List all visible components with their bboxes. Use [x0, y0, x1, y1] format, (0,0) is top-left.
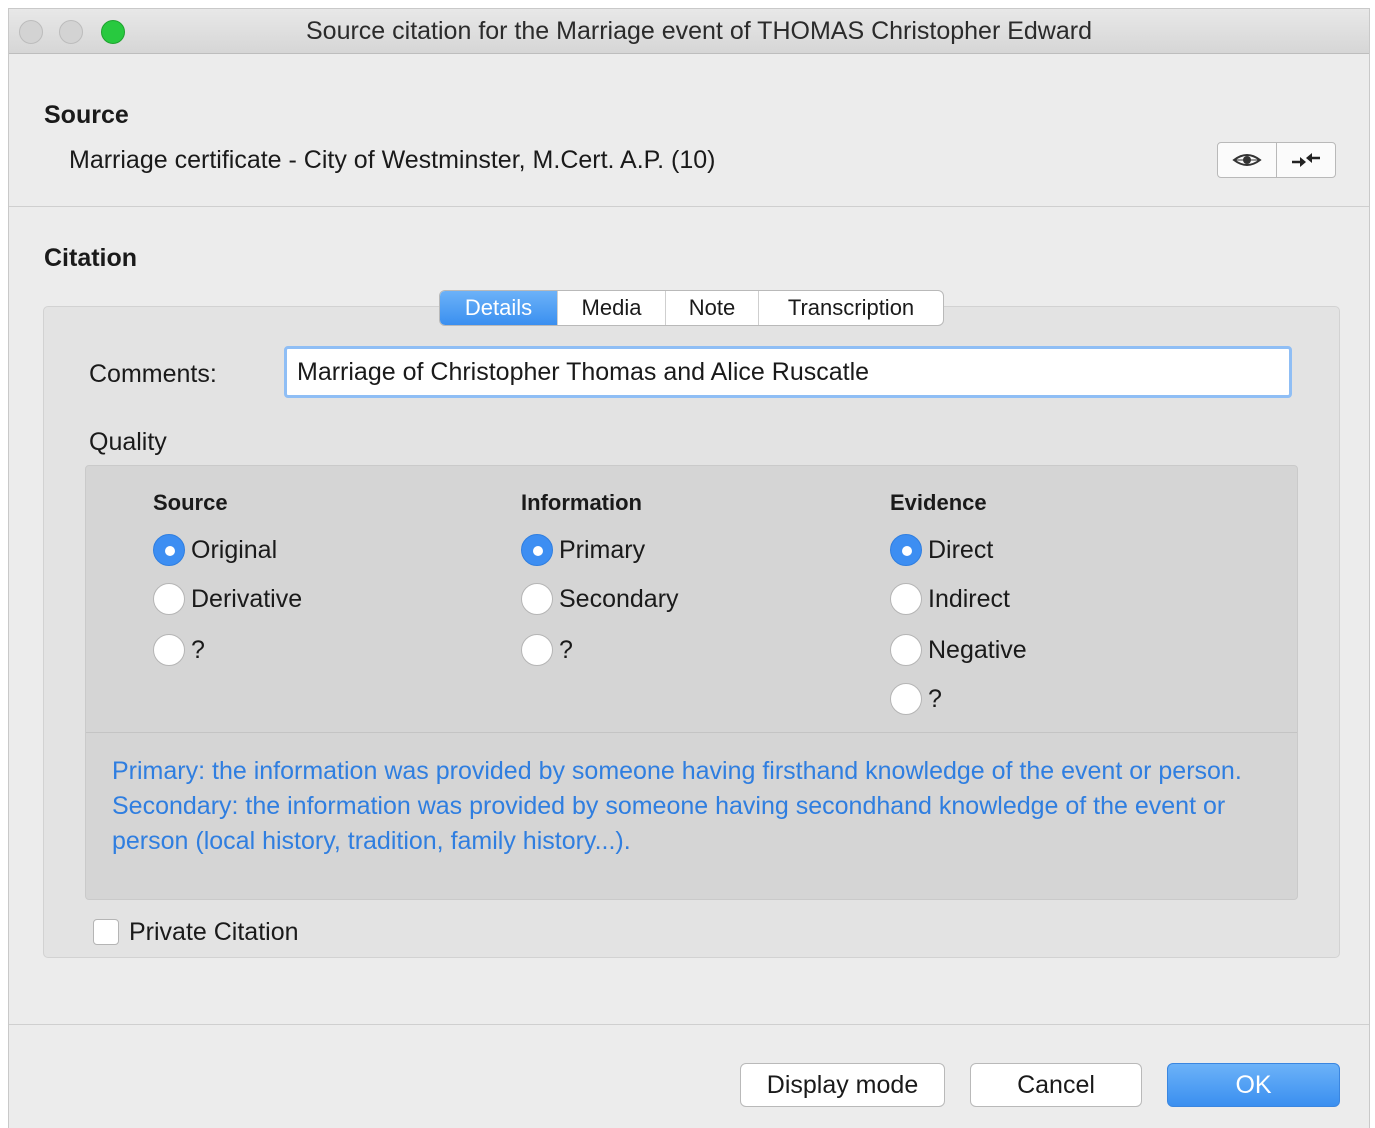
comments-input[interactable] — [284, 346, 1292, 398]
help-primary-text: Primary: the information was provided by… — [112, 757, 1242, 785]
radio-label: Original — [191, 535, 278, 564]
source-quality-heading: Source — [153, 490, 228, 515]
radio-label: ? — [559, 635, 573, 664]
quality-label: Quality — [89, 428, 167, 456]
tab-transcription[interactable]: Transcription — [758, 291, 943, 325]
radio-evidence-unknown[interactable]: ? — [890, 682, 942, 716]
information-quality-heading: Information — [521, 490, 642, 515]
cancel-button[interactable]: Cancel — [970, 1063, 1142, 1107]
radio-information-primary[interactable]: Primary — [521, 533, 645, 567]
swap-arrows-icon — [1292, 153, 1320, 167]
private-citation-label: Private Citation — [129, 917, 299, 946]
radio-evidence-indirect[interactable]: Indirect — [890, 582, 1010, 616]
quality-options: Source Original Derivative ? Information… — [86, 466, 1297, 733]
change-source-button[interactable] — [1276, 143, 1335, 177]
radio-source-original[interactable]: Original — [153, 533, 277, 567]
radio-label: Direct — [928, 535, 994, 564]
private-citation-checkbox[interactable] — [93, 919, 119, 945]
comments-label: Comments: — [89, 360, 217, 388]
citation-heading: Citation — [44, 244, 138, 272]
radio-button[interactable] — [153, 583, 185, 615]
source-heading: Source — [44, 101, 129, 129]
dialog-window: Source citation for the Marriage event o… — [8, 8, 1370, 1128]
radio-information-unknown[interactable]: ? — [521, 633, 573, 667]
radio-source-unknown[interactable]: ? — [153, 633, 205, 667]
radio-button[interactable] — [890, 583, 922, 615]
radio-label: Derivative — [191, 584, 303, 613]
tab-details[interactable]: Details — [440, 291, 557, 325]
radio-information-secondary[interactable]: Secondary — [521, 582, 679, 616]
source-action-buttons — [1217, 142, 1336, 178]
view-source-button[interactable] — [1218, 143, 1276, 177]
help-secondary-text: Secondary: the information was provided … — [112, 792, 1226, 855]
source-section: Source Marriage certificate - City of We… — [9, 55, 1369, 207]
radio-button[interactable] — [890, 634, 922, 666]
footer-divider — [9, 1024, 1369, 1025]
evidence-quality-heading: Evidence — [890, 490, 987, 515]
eye-icon — [1232, 154, 1262, 166]
radio-label: ? — [191, 635, 205, 664]
radio-label: Primary — [559, 535, 646, 564]
radio-label: ? — [928, 684, 942, 713]
private-citation-option[interactable]: Private Citation — [93, 915, 299, 949]
radio-button-checked[interactable] — [521, 534, 553, 566]
source-value: Marriage certificate - City of Westminst… — [69, 146, 716, 174]
ok-button[interactable]: OK — [1167, 1063, 1340, 1107]
radio-button[interactable] — [521, 634, 553, 666]
radio-evidence-negative[interactable]: Negative — [890, 633, 1027, 667]
radio-label: Indirect — [928, 584, 1010, 613]
radio-button[interactable] — [890, 683, 922, 715]
radio-button-checked[interactable] — [153, 534, 185, 566]
radio-button[interactable] — [521, 583, 553, 615]
radio-label: Secondary — [559, 584, 679, 613]
tab-media[interactable]: Media — [557, 291, 665, 325]
radio-button[interactable] — [153, 634, 185, 666]
citation-tabs: Details Media Note Transcription — [439, 290, 944, 326]
tab-note[interactable]: Note — [665, 291, 758, 325]
radio-button-checked[interactable] — [890, 534, 922, 566]
radio-label: Negative — [928, 635, 1027, 664]
quality-box: Source Original Derivative ? Information… — [85, 465, 1298, 900]
radio-evidence-direct[interactable]: Direct — [890, 533, 993, 567]
display-mode-button[interactable]: Display mode — [740, 1063, 945, 1107]
title-bar: Source citation for the Marriage event o… — [9, 9, 1369, 54]
window-title: Source citation for the Marriage event o… — [306, 17, 1092, 45]
radio-source-derivative[interactable]: Derivative — [153, 582, 302, 616]
quality-help-text: Primary: the information was provided by… — [112, 754, 1282, 859]
